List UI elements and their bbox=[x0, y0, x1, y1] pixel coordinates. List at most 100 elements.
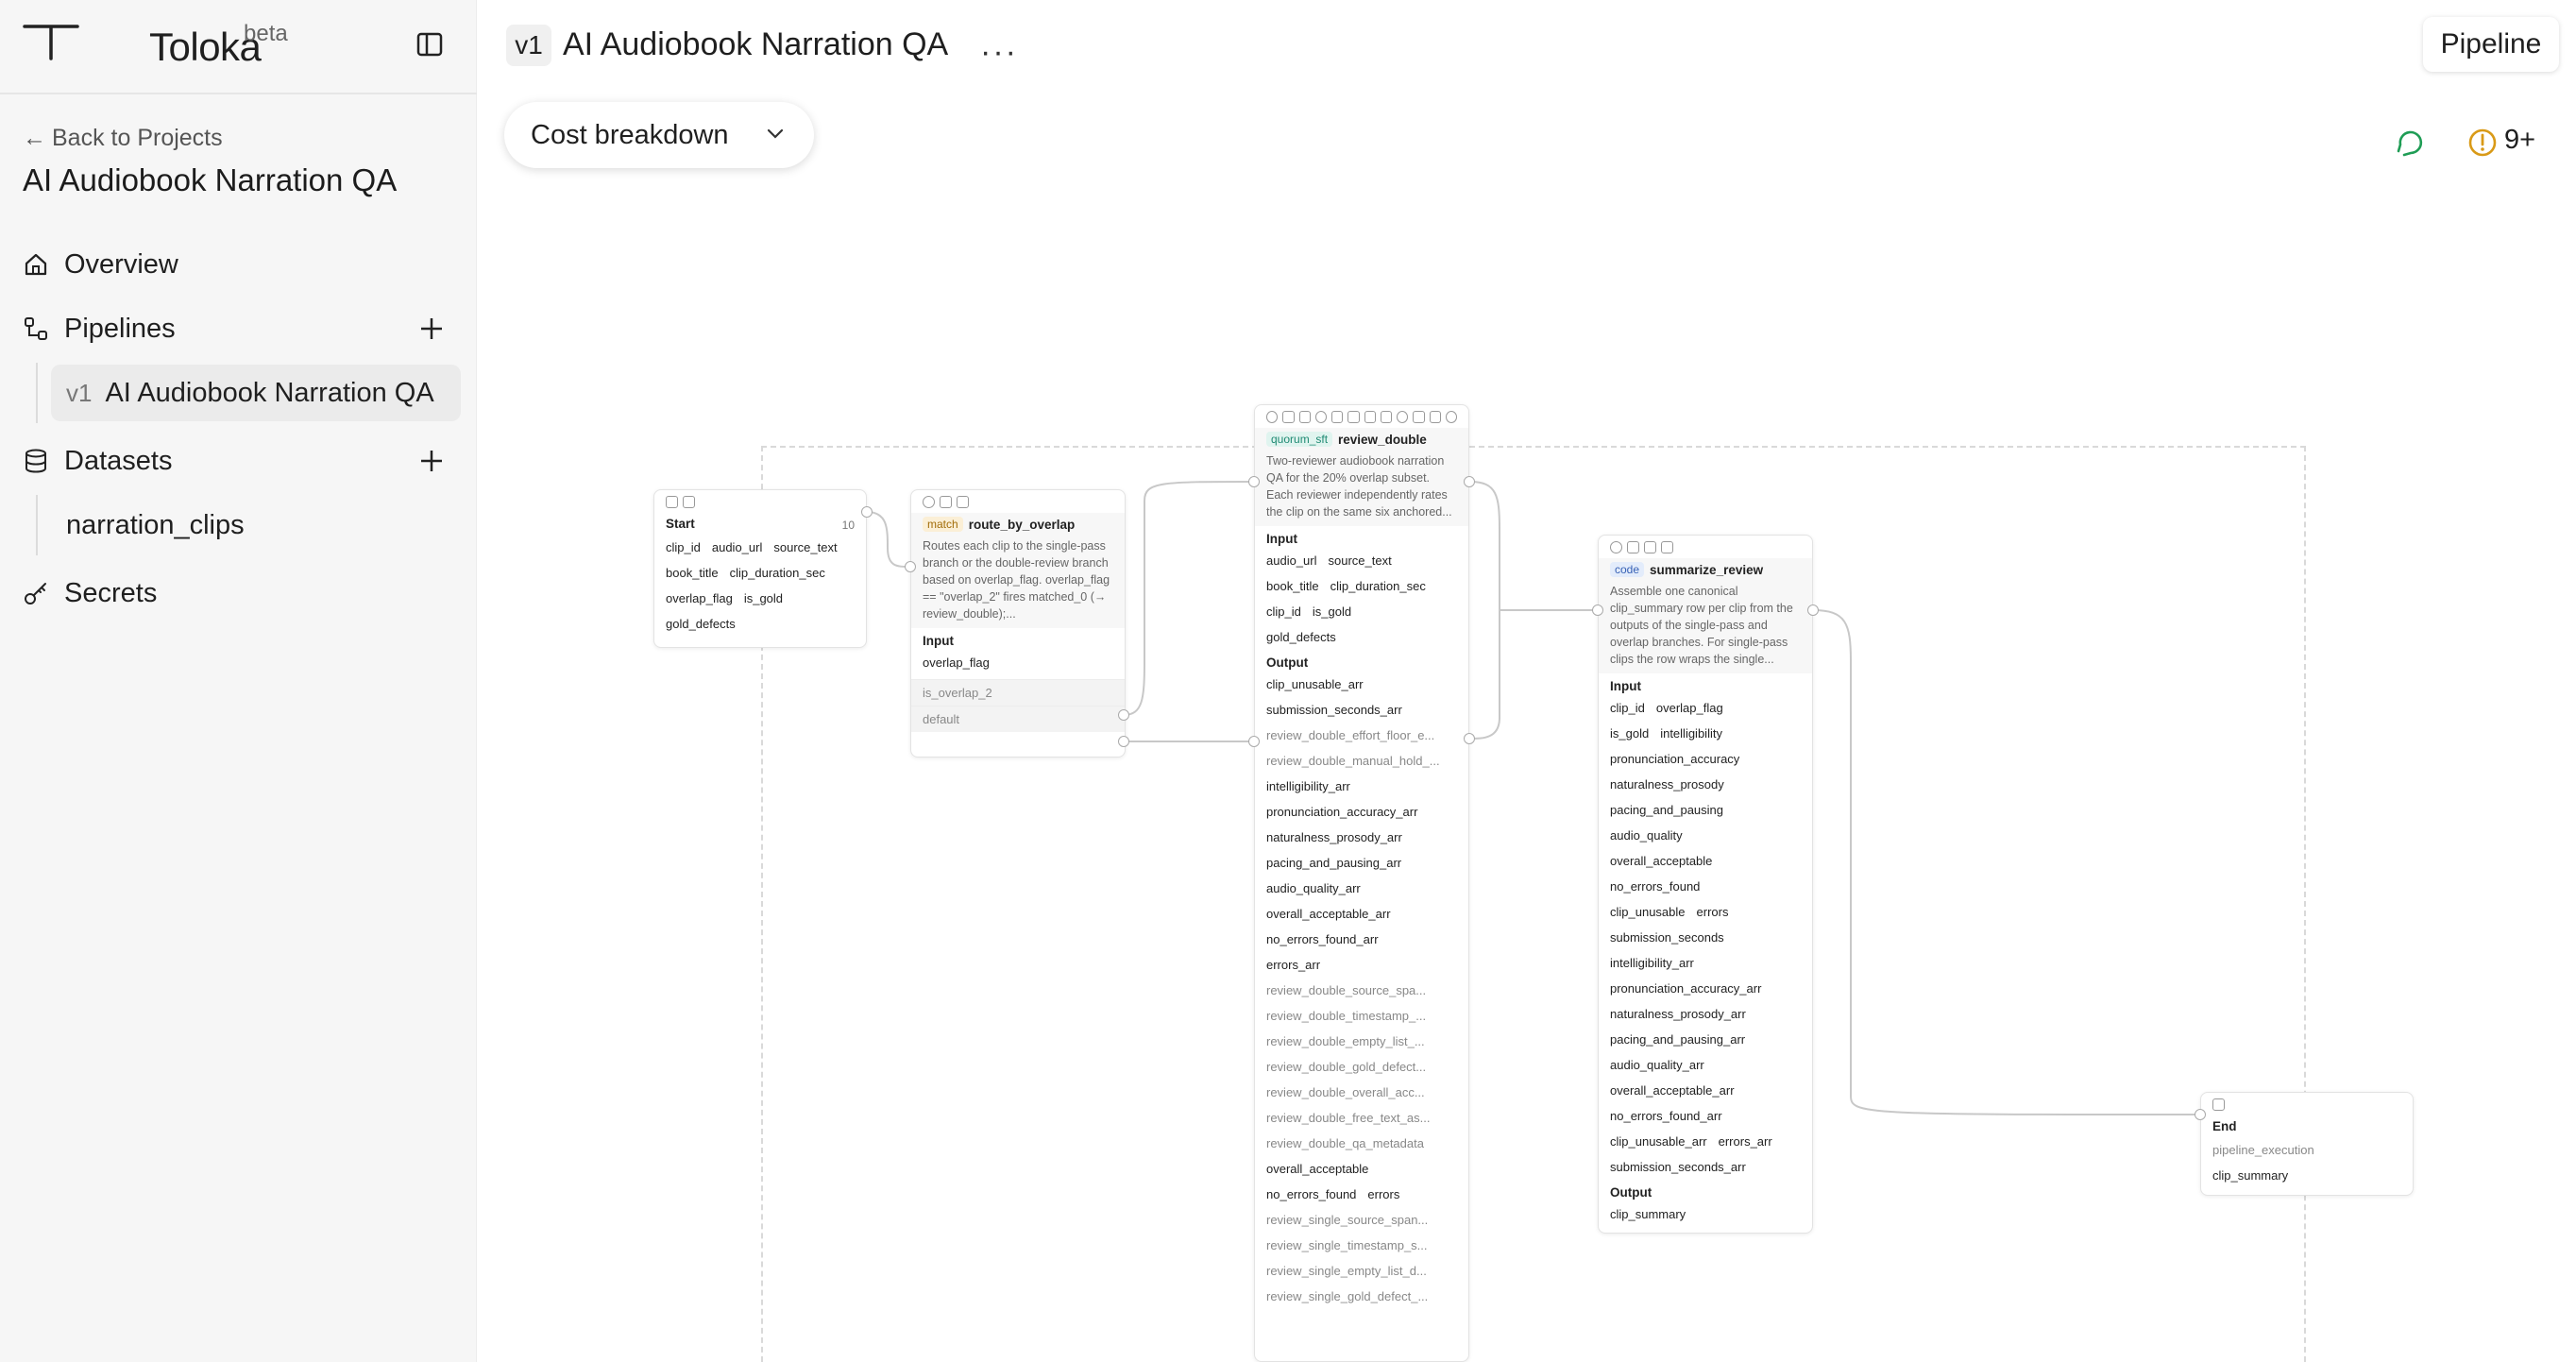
field-chip: is_gold bbox=[743, 591, 784, 605]
output-port[interactable] bbox=[1118, 709, 1129, 721]
field-row: overlap_flag is_gold bbox=[654, 586, 866, 611]
output-port[interactable] bbox=[1807, 604, 1819, 616]
field-row: naturalness_prosody_arr bbox=[1610, 1007, 1746, 1021]
info-icon bbox=[923, 496, 935, 508]
output-field: review_double_source_spa... bbox=[1266, 983, 1427, 997]
field-row: book_title clip_duration_sec bbox=[654, 560, 866, 586]
field-chip: is_gold bbox=[1312, 604, 1352, 619]
variable-icon bbox=[1644, 541, 1656, 553]
field-row: pacing_and_pausing_arr bbox=[1610, 1032, 1746, 1047]
field-row: gold_defects bbox=[1255, 624, 1468, 650]
field-row: overall_acceptable_arr bbox=[1610, 1083, 1735, 1098]
field-chip: clip_id bbox=[1610, 701, 1645, 715]
output-field: intelligibility_arr bbox=[1266, 779, 1350, 793]
field-chip: is_gold bbox=[1610, 726, 1650, 741]
output-field: review_double_effort_floor_e... bbox=[1266, 728, 1435, 742]
node-title: End bbox=[2212, 1119, 2237, 1133]
field-row: clip_summary bbox=[2212, 1168, 2289, 1183]
output-field: review_single_gold_defect_... bbox=[1266, 1289, 1429, 1303]
check-icon bbox=[1314, 411, 1327, 423]
table-icon bbox=[2212, 1098, 2225, 1111]
field-chip: clip_id bbox=[1266, 604, 1301, 619]
output-field: review_single_source_span... bbox=[1266, 1213, 1429, 1227]
field-chip: overlap_flag bbox=[923, 655, 990, 670]
field-row: gold_defects bbox=[654, 611, 866, 637]
field-row: clip_unusable errors bbox=[1599, 899, 1812, 925]
output-field: clip_summary bbox=[1610, 1207, 1686, 1221]
output-field: audio_quality_arr bbox=[1266, 881, 1361, 895]
node-type-tag: code bbox=[1610, 562, 1645, 577]
input-port[interactable] bbox=[905, 561, 916, 572]
input-port[interactable] bbox=[1592, 604, 1603, 616]
branch-row: default bbox=[911, 706, 1125, 732]
start-node[interactable]: Start 10 clip_id audio_url source_text boo… bbox=[653, 489, 867, 648]
database-icon bbox=[666, 496, 678, 508]
field-row: naturalness_prosody bbox=[1610, 777, 1724, 792]
summarize-review-node[interactable]: code summarize_review Assemble one canoni… bbox=[1598, 535, 1813, 1234]
field-row: pronunciation_accuracy bbox=[1610, 752, 1740, 766]
output-field: review_double_timestamp_... bbox=[1266, 1009, 1427, 1023]
route-by-overlap-node[interactable]: match route_by_overlap Routes each clip t… bbox=[910, 489, 1126, 758]
field-chip: clip_duration_sec bbox=[1330, 579, 1426, 593]
node-description: Assemble one canonical clip_summary row … bbox=[1610, 585, 1793, 666]
field-chip: overlap_flag bbox=[1655, 701, 1723, 715]
field-chip: book_title bbox=[666, 566, 719, 580]
table-icon bbox=[1627, 541, 1639, 553]
table-icon bbox=[940, 496, 952, 508]
node-header: quorum_sft review_double Two-reviewer aud… bbox=[1255, 428, 1468, 526]
field-row: clip_id audio_url source_text bbox=[654, 535, 866, 560]
output-field: review_double_overall_acc... bbox=[1266, 1085, 1425, 1099]
node-type-tag: match bbox=[923, 517, 963, 532]
node-title: Start bbox=[666, 517, 695, 531]
field-chip: clip_unusable_arr bbox=[1610, 1134, 1707, 1149]
output-field: pronunciation_accuracy_arr bbox=[1266, 805, 1418, 819]
field-row: intelligibility_arr bbox=[1610, 956, 1694, 970]
field-chip: errors bbox=[1367, 1187, 1400, 1201]
output-port[interactable] bbox=[1118, 736, 1129, 747]
node-description: Two-reviewer audiobook narration QA for … bbox=[1266, 454, 1452, 519]
node-title: summarize_review bbox=[1650, 562, 1764, 577]
field-row: overall_acceptable bbox=[1610, 854, 1713, 868]
output-field: overall_acceptable bbox=[1266, 1162, 1369, 1176]
input-port[interactable] bbox=[1248, 736, 1260, 747]
row-count: 10 bbox=[841, 519, 855, 532]
table-icon bbox=[1298, 411, 1311, 423]
layers-icon bbox=[1282, 411, 1295, 423]
input-port[interactable] bbox=[2195, 1109, 2206, 1120]
output-field: overall_acceptable_arr bbox=[1266, 907, 1391, 921]
table-icon bbox=[683, 496, 695, 508]
node-icons bbox=[1599, 536, 1812, 558]
output-field: clip_unusable_arr bbox=[1266, 677, 1364, 691]
field-chip: source_text bbox=[773, 540, 838, 554]
field-row: clip_unusable_arr errors_arr bbox=[1599, 1129, 1812, 1154]
output-port[interactable] bbox=[861, 506, 873, 518]
node-header: match route_by_overlap Routes each clip t… bbox=[911, 513, 1125, 628]
review-double-node[interactable]: quorum_sft review_double Two-reviewer aud… bbox=[1254, 404, 1469, 1362]
app-root: Toloka beta ← Back to Projects AI Audiob… bbox=[0, 0, 2576, 1362]
book-icon bbox=[1364, 411, 1376, 423]
node-icons bbox=[654, 490, 866, 513]
output-field: review_double_qa_metadata bbox=[1266, 1136, 1424, 1150]
output-port[interactable] bbox=[1464, 733, 1475, 744]
output-port[interactable] bbox=[1464, 476, 1475, 487]
node-header: code summarize_review Assemble one canoni… bbox=[1599, 558, 1812, 673]
input-section-label: Input bbox=[1610, 679, 1641, 693]
field-row: no_errors_found_arr bbox=[1610, 1109, 1722, 1123]
field-row: no_errors_found errors bbox=[1255, 1182, 1468, 1207]
input-port[interactable] bbox=[1248, 476, 1260, 487]
output-field: review_double_free_text_as... bbox=[1266, 1111, 1431, 1125]
node-description: Routes each clip to the single-pass bran… bbox=[923, 539, 1110, 621]
output-field: no_errors_found_arr bbox=[1266, 932, 1379, 946]
end-node[interactable]: End pipeline_execution clip_summary bbox=[2200, 1092, 2414, 1196]
field-chip: errors_arr bbox=[1718, 1134, 1772, 1149]
field-chip: overlap_flag bbox=[666, 591, 733, 605]
field-row: submission_seconds bbox=[1610, 930, 1724, 945]
field-row: audio_quality bbox=[1610, 828, 1683, 843]
output-section-label: Output bbox=[1266, 655, 1309, 670]
field-row: submission_seconds_arr bbox=[1610, 1160, 1746, 1174]
branch-icon bbox=[957, 496, 969, 508]
output-section-label: Output bbox=[1610, 1185, 1652, 1200]
input-section-label: Input bbox=[1266, 532, 1297, 546]
node-title: route_by_overlap bbox=[968, 517, 1076, 532]
output-field: review_single_empty_list_d... bbox=[1266, 1264, 1427, 1278]
